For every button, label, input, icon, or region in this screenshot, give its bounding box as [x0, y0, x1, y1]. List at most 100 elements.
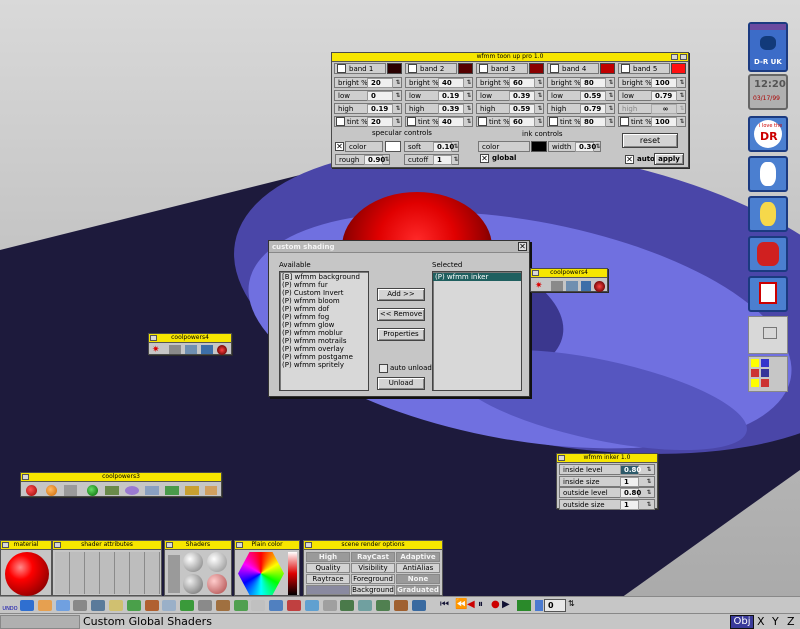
orange-sphere-icon[interactable] [46, 485, 57, 496]
toolbar-tool-9-icon[interactable] [162, 600, 177, 611]
band-enable-checkbox[interactable] [621, 64, 630, 73]
toolbar-tool-6-icon[interactable] [109, 600, 123, 611]
toolbar-tool-13-icon[interactable] [233, 600, 248, 611]
toolbar-tool-18-icon[interactable] [322, 600, 337, 611]
terrain-icon[interactable] [105, 486, 119, 495]
list-item[interactable]: (P) wfmm fur [280, 281, 368, 289]
brightness-slider[interactable] [288, 552, 297, 595]
frame-input[interactable]: 0 [544, 599, 566, 612]
material-preview-sphere[interactable] [5, 552, 49, 596]
frame-stepper-icon[interactable]: ⇅ [568, 599, 575, 608]
band-enable-checkbox[interactable] [408, 64, 417, 73]
low-value[interactable]: 0.39 [509, 91, 535, 101]
disc-icon[interactable] [125, 486, 139, 495]
toolbar-tool-1-icon[interactable] [20, 600, 34, 611]
toonup-close-button[interactable] [680, 54, 687, 60]
grid-icon[interactable] [165, 486, 179, 495]
toolbar-tool-22-icon[interactable] [393, 600, 408, 611]
record-icon[interactable]: ● [491, 599, 500, 610]
shader-attribute-slots[interactable] [55, 552, 160, 594]
auto-unload-checkbox[interactable] [379, 364, 388, 373]
band-enable-checkbox[interactable] [479, 64, 488, 73]
tint-stepper-icon[interactable]: ⇅ [536, 117, 544, 127]
mini-tool-6-icon[interactable] [761, 379, 769, 387]
clock-widget[interactable]: 12:20 03/17/99 [748, 74, 788, 110]
high-value[interactable]: 0.79 [580, 104, 606, 114]
remove-button[interactable]: << Remove [377, 308, 425, 321]
scene-option-button[interactable]: High [306, 552, 350, 562]
list-item[interactable]: (P) wfmm moblur [280, 329, 368, 337]
bright-value[interactable]: 40 [438, 78, 464, 88]
tint-checkbox[interactable] [478, 117, 487, 126]
toolbar-tool-20-icon[interactable] [358, 600, 373, 611]
girl-character-button[interactable] [748, 196, 788, 232]
tint-value[interactable]: 40 [438, 117, 464, 127]
shader-sphere-4[interactable] [207, 574, 227, 594]
crystal-icon[interactable] [201, 345, 213, 354]
dr-uk-logo-button[interactable]: D-R UK [748, 22, 788, 72]
low-value[interactable]: 0.79 [651, 91, 677, 101]
ink-color-swatch[interactable] [531, 141, 547, 152]
character-button[interactable] [748, 156, 788, 192]
material-titlebar[interactable]: material [1, 541, 51, 550]
rewind-icon[interactable]: ⏮ [440, 599, 449, 610]
list-item[interactable]: (P) wfmm fog [280, 313, 368, 321]
mini-tool-4-icon[interactable] [761, 369, 769, 377]
cutoff-value[interactable]: 1 [433, 155, 452, 165]
toonup-titlebar[interactable]: wfmm toon up pro 1.0 [332, 53, 688, 62]
color-wheel[interactable] [238, 552, 284, 595]
tint-stepper-icon[interactable]: ⇅ [465, 117, 473, 127]
robot-button[interactable] [748, 236, 788, 272]
bright-stepper-icon[interactable]: ⇅ [678, 78, 686, 88]
scene-option-button[interactable]: None [396, 574, 440, 584]
toonup-minimize-button[interactable] [671, 54, 678, 60]
toolbar-tool-19-icon[interactable] [340, 600, 355, 611]
inker-row-value[interactable]: 0.80 [620, 488, 641, 498]
tint-checkbox[interactable] [336, 117, 345, 126]
scene-option-button[interactable]: RayCast [351, 552, 395, 562]
coolpowers3-titlebar[interactable]: coolpowers3 [21, 473, 221, 482]
list-item[interactable]: (P) Custom Invert [280, 289, 368, 297]
bright-stepper-icon[interactable]: ⇅ [394, 78, 402, 88]
high-stepper-icon[interactable]: ⇅ [678, 104, 686, 114]
cutoff-stepper-icon[interactable]: ⇅ [452, 155, 460, 165]
specular-color-swatch[interactable] [385, 141, 401, 152]
close-icon[interactable]: ✕ [518, 242, 527, 251]
sparkle-icon[interactable]: ✷ [152, 345, 160, 355]
list-item[interactable]: (P) wfmm postgame [280, 353, 368, 361]
bright-value[interactable]: 80 [580, 78, 606, 88]
bright-value[interactable]: 60 [509, 78, 535, 88]
list-item[interactable]: [B] wfmm background [280, 273, 368, 281]
tint-checkbox[interactable] [620, 117, 629, 126]
axis-obj-button[interactable]: Obj [730, 615, 754, 629]
cloud-icon[interactable] [145, 486, 159, 495]
band-color-swatch[interactable] [671, 63, 686, 74]
soft-value[interactable]: 0.10 [433, 142, 454, 152]
bright-value[interactable]: 20 [367, 78, 393, 88]
tool-icon[interactable] [169, 345, 181, 354]
gear-icon[interactable] [205, 486, 217, 495]
low-stepper-icon[interactable]: ⇅ [536, 91, 544, 101]
shader-sphere-1[interactable] [183, 552, 203, 572]
list-item[interactable]: (P) wfmm bloom [280, 297, 368, 305]
coolpowers4-right-titlebar[interactable]: coolpowers4 [531, 269, 607, 278]
axis-z-button[interactable]: Z [787, 614, 795, 629]
list-item[interactable]: (P) wfmm spritely [280, 361, 368, 369]
shader-sphere-3[interactable] [183, 574, 203, 594]
box-icon[interactable] [64, 485, 77, 496]
toolbar-tool-3-icon[interactable] [55, 600, 70, 611]
scene-option-button[interactable]: Adaptive [396, 552, 440, 562]
low-stepper-icon[interactable]: ⇅ [465, 91, 473, 101]
inker-titlebar[interactable]: wfmm inker 1.0 [557, 454, 657, 463]
list-item[interactable]: (P) wfmm overlay [280, 345, 368, 353]
selected-list[interactable]: (P) wfmm inker [432, 271, 522, 391]
red-sphere-icon[interactable] [26, 485, 37, 496]
inker-minimize[interactable] [558, 455, 565, 461]
tint-checkbox[interactable] [407, 117, 416, 126]
low-stepper-icon[interactable]: ⇅ [394, 91, 402, 101]
green-sphere-icon[interactable] [87, 485, 98, 496]
list-item[interactable]: (P) wfmm dof [280, 305, 368, 313]
red-ball-icon[interactable] [217, 345, 227, 355]
low-stepper-icon[interactable]: ⇅ [607, 91, 615, 101]
toolbar-tool-14-icon[interactable] [251, 600, 266, 611]
